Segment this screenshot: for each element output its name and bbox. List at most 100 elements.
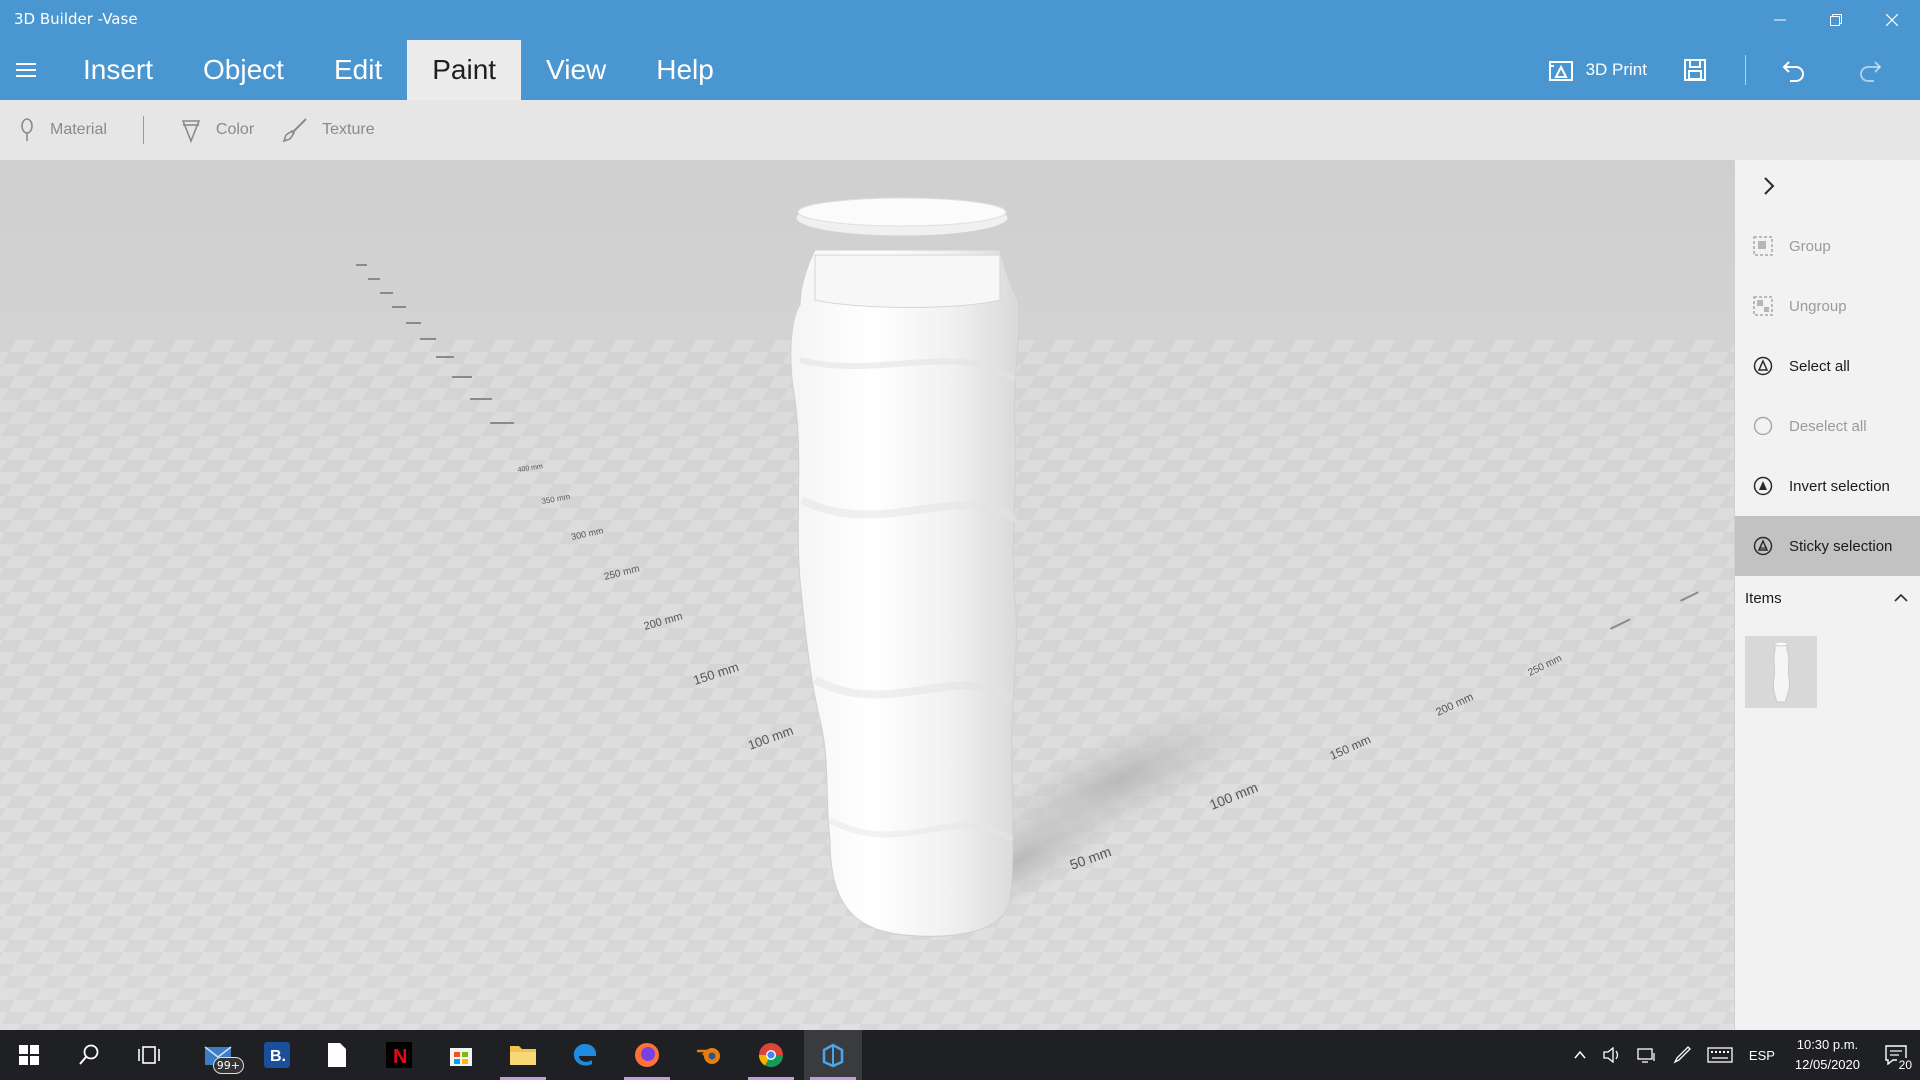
chevron-right-icon: [1764, 177, 1775, 195]
undo-icon: [1782, 61, 1804, 82]
ungroup-icon: [1753, 296, 1773, 316]
taskbar-document[interactable]: [308, 1030, 366, 1080]
tray-overflow-button[interactable]: [1565, 1048, 1595, 1062]
start-button[interactable]: [0, 1030, 58, 1080]
volume-icon: [1603, 1047, 1619, 1063]
save-button[interactable]: [1669, 44, 1721, 96]
taskbar-store[interactable]: [432, 1030, 490, 1080]
material-button[interactable]: Material: [18, 118, 107, 142]
color-button[interactable]: Color: [180, 117, 254, 143]
3d-builder-icon: [822, 1043, 844, 1068]
taskbar-firefox[interactable]: [618, 1030, 676, 1080]
task-view-icon: [138, 1046, 160, 1064]
taskbar-file-explorer[interactable]: [494, 1030, 552, 1080]
deselect-all-label: Deselect all: [1789, 417, 1867, 435]
header-actions: 3D Print: [1526, 40, 1920, 100]
network-button[interactable]: [1629, 1047, 1665, 1063]
texture-label: Texture: [322, 121, 375, 138]
texture-button[interactable]: Texture: [282, 117, 375, 143]
redo-button[interactable]: [1844, 44, 1896, 96]
panel-collapse-button[interactable]: [1757, 174, 1781, 198]
minimize-icon: [1774, 19, 1786, 21]
taskbar-edge[interactable]: [556, 1030, 614, 1080]
action-center-button[interactable]: 20: [1872, 1030, 1920, 1080]
chevron-up-icon: [1574, 1050, 1586, 1059]
notification-count: 20: [1896, 1058, 1914, 1072]
hamburger-icon: [16, 63, 36, 77]
language-indicator[interactable]: ESP: [1741, 1048, 1783, 1063]
3d-print-button[interactable]: 3D Print: [1526, 58, 1669, 82]
menu-tabs: Insert Object Edit Paint View Help: [58, 40, 739, 100]
task-view-button[interactable]: [120, 1030, 178, 1080]
keyboard-icon: [1707, 1047, 1733, 1063]
undo-button[interactable]: [1768, 44, 1820, 96]
scene: 100 mm 150 mm 200 mm 250 mm 300 mm 350 m…: [0, 160, 1734, 1030]
3d-viewport[interactable]: 100 mm 150 mm 200 mm 250 mm 300 mm 350 m…: [0, 160, 1734, 1030]
firefox-icon: [635, 1043, 659, 1067]
search-button[interactable]: [60, 1030, 118, 1080]
sticky-selection-button[interactable]: Sticky selection: [1735, 516, 1920, 576]
ungroup-label: Ungroup: [1789, 297, 1847, 315]
window-controls: [1752, 0, 1920, 40]
deselect-all-button[interactable]: Deselect all: [1735, 396, 1920, 456]
tab-view[interactable]: View: [521, 40, 631, 100]
app-header: 3D Builder -Vase Insert Object Edit Pain…: [0, 0, 1920, 100]
svg-text:N: N: [393, 1046, 407, 1068]
tab-object[interactable]: Object: [178, 40, 309, 100]
group-button[interactable]: Group: [1735, 216, 1920, 276]
material-label: Material: [50, 121, 107, 138]
invert-selection-label: Invert selection: [1789, 477, 1890, 495]
tab-help[interactable]: Help: [631, 40, 739, 100]
restore-button[interactable]: [1808, 0, 1864, 40]
clock[interactable]: 10:30 p.m. 12/05/2020: [1783, 1035, 1872, 1075]
blender-icon: [697, 1048, 720, 1064]
header-divider: [1745, 55, 1746, 85]
chrome-icon: [759, 1043, 783, 1068]
select-all-button[interactable]: Select all: [1735, 336, 1920, 396]
tab-edit[interactable]: Edit: [309, 40, 407, 100]
vase-rim-top: [797, 197, 1007, 227]
folder-icon: [510, 1046, 536, 1065]
ungroup-button[interactable]: Ungroup: [1735, 276, 1920, 336]
taskbar-blender[interactable]: [680, 1030, 738, 1080]
taskbar-booking[interactable]: B.: [248, 1030, 306, 1080]
printer-icon: [1548, 61, 1573, 81]
brush-icon: [282, 118, 307, 143]
windows-taskbar: 99+ B. N ESP 10:30 p.m. 12/05/2020 20: [0, 1030, 1920, 1080]
taskbar-mail[interactable]: 99+: [190, 1030, 248, 1080]
touch-keyboard-button[interactable]: [1699, 1047, 1741, 1063]
color-label: Color: [215, 121, 255, 138]
selection-panel: Group Ungroup Select all Deselect all In…: [1734, 160, 1920, 1030]
pen-button[interactable]: [1665, 1046, 1699, 1064]
store-icon: [450, 1048, 472, 1066]
tab-paint[interactable]: Paint: [407, 40, 522, 100]
edge-icon: [573, 1044, 597, 1066]
deselect-all-icon: [1753, 416, 1773, 436]
tab-insert[interactable]: Insert: [58, 40, 178, 100]
ribbon-divider: [142, 116, 144, 144]
search-icon: [79, 1044, 99, 1065]
item-thumbnail-vase[interactable]: [1745, 636, 1817, 708]
items-header-label: Items: [1745, 589, 1782, 607]
vase-neck: [814, 254, 1001, 308]
pen-icon: [1673, 1046, 1691, 1064]
items-section-header[interactable]: Items: [1735, 580, 1920, 616]
3d-print-label: 3D Print: [1585, 60, 1647, 79]
taskbar-netflix[interactable]: N: [370, 1030, 428, 1080]
select-all-icon: [1753, 356, 1773, 376]
close-button[interactable]: [1864, 0, 1920, 40]
volume-button[interactable]: [1595, 1047, 1629, 1063]
svg-text:B.: B.: [270, 1048, 286, 1065]
system-tray: ESP 10:30 p.m. 12/05/2020 20: [1565, 1030, 1920, 1080]
close-icon: [1886, 14, 1898, 26]
minimize-button[interactable]: [1752, 0, 1808, 40]
taskbar-chrome[interactable]: [742, 1030, 800, 1080]
taskbar-3d-builder[interactable]: [804, 1030, 862, 1080]
windows-logo-icon: [19, 1045, 39, 1065]
clock-time: 10:30 p.m.: [1796, 1037, 1859, 1052]
paint-ribbon: Material Color Texture: [0, 100, 1920, 160]
invert-selection-button[interactable]: Invert selection: [1735, 456, 1920, 516]
hamburger-menu-button[interactable]: [14, 58, 38, 82]
booking-icon: B.: [264, 1042, 290, 1068]
select-all-label: Select all: [1789, 357, 1850, 375]
